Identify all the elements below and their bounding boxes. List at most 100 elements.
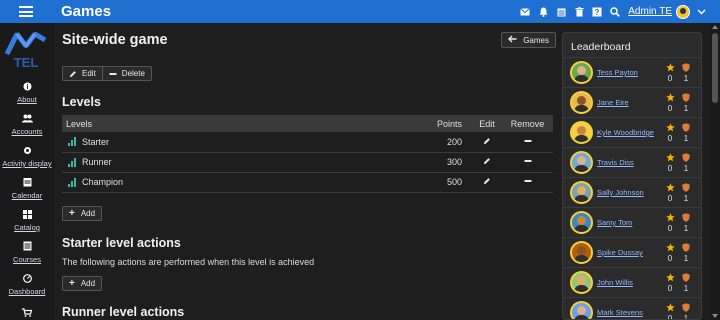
level-name: Champion	[82, 177, 124, 187]
plus-icon: +	[69, 278, 75, 289]
leaderboard-user-link[interactable]: Spike Dussay	[597, 248, 643, 257]
avatar[interactable]	[570, 181, 593, 204]
game-actions: Edit Delete	[62, 66, 152, 81]
shield-icon	[682, 211, 690, 225]
sidebar-item-courses[interactable]: Courses	[0, 240, 54, 264]
levels-heading: Levels	[62, 95, 101, 109]
avatar[interactable]	[570, 91, 593, 114]
leaderboard-user-link[interactable]: Sally Johnson	[597, 188, 644, 197]
level-points: 300	[432, 152, 472, 173]
trash-icon[interactable]	[570, 0, 588, 23]
sidebar-item-catalog[interactable]: Catalog	[0, 208, 54, 232]
starter-actions-heading: Starter level actions	[62, 236, 181, 250]
sidebar-item-label: Catalog	[14, 223, 40, 232]
level-bars-icon	[68, 137, 77, 147]
cart-icon	[0, 306, 54, 318]
left-sidebar: TEL About Accounts Activity display Cale…	[0, 23, 54, 320]
avatar[interactable]	[570, 61, 593, 84]
top-navbar: Games ? Admin TE	[0, 0, 720, 23]
badge-count: 1	[683, 74, 689, 83]
shield-icon	[682, 271, 690, 285]
avatar[interactable]	[570, 241, 593, 264]
leaderboard-user-link[interactable]: Kyle Woodbridge	[597, 128, 654, 137]
scroll-up-icon[interactable]	[712, 25, 718, 29]
back-button-label: Games	[523, 35, 549, 45]
leaderboard-user-link[interactable]: Jane Eire	[597, 98, 629, 107]
back-to-games-button[interactable]: Games	[501, 32, 556, 48]
site-logo[interactable]: TEL	[4, 28, 47, 70]
star-count: 0	[667, 134, 673, 143]
leaderboard-user-link[interactable]: Tess Payton	[597, 68, 638, 77]
scroll-thumb[interactable]	[712, 33, 718, 103]
pencil-icon[interactable]	[483, 157, 491, 167]
page-scrollbar[interactable]	[710, 23, 720, 320]
dashboard-icon	[0, 272, 54, 284]
sidebar-item-activity-display[interactable]: Activity display	[0, 144, 54, 168]
mail-icon[interactable]	[516, 0, 534, 23]
add-starter-action-button[interactable]: + Add	[62, 276, 103, 291]
user-menu-link[interactable]: Admin TE	[628, 6, 672, 17]
svg-text:?: ?	[595, 8, 600, 17]
star-count: 0	[667, 224, 673, 233]
star-count: 0	[667, 254, 673, 263]
badge-count: 1	[683, 134, 689, 143]
minus-icon[interactable]	[524, 137, 532, 147]
sidebar-item-cart[interactable]	[0, 306, 54, 318]
shield-icon	[682, 151, 690, 165]
sidebar-item-label: Dashboard	[8, 287, 46, 296]
avatar[interactable]	[570, 301, 593, 319]
scroll-down-icon[interactable]	[712, 314, 718, 318]
add-level-button[interactable]: + Add	[62, 206, 103, 221]
minus-icon[interactable]	[524, 177, 532, 187]
help-icon[interactable]: ?	[588, 0, 606, 23]
menu-toggle-button[interactable]	[0, 0, 52, 23]
sidebar-item-label: Courses	[13, 255, 41, 264]
star-count: 0	[667, 194, 673, 203]
leaderboard-row: Travis Diss 0 1	[563, 147, 701, 177]
edit-label: Edit	[82, 69, 96, 78]
chevron-down-icon[interactable]	[694, 8, 708, 15]
badge-count: 1	[683, 314, 689, 320]
avatar[interactable]	[570, 121, 593, 144]
activity-icon	[0, 144, 54, 156]
leaderboard-user-link[interactable]: Travis Diss	[597, 158, 634, 167]
bell-icon[interactable]	[534, 0, 552, 23]
minus-icon[interactable]	[524, 157, 532, 167]
sidebar-item-accounts[interactable]: Accounts	[0, 112, 54, 136]
list-icon	[0, 240, 54, 252]
user-avatar[interactable]	[676, 4, 690, 19]
sidebar-item-dashboard[interactable]: Dashboard	[0, 272, 54, 296]
badge-count: 1	[683, 104, 689, 113]
column-header-points: Points	[432, 115, 472, 132]
leaderboard-row: Kyle Woodbridge 0 1	[563, 117, 701, 147]
avatar[interactable]	[570, 151, 593, 174]
sidebar-item-label: Calendar	[11, 191, 43, 200]
page-title: Site-wide game	[62, 32, 168, 48]
leaderboard-row: Sally Johnson 0 1	[563, 177, 701, 207]
runner-actions-heading: Runner level actions	[62, 305, 185, 319]
edit-button[interactable]: Edit	[62, 66, 103, 81]
svg-text:TEL: TEL	[14, 55, 39, 68]
search-icon[interactable]	[606, 0, 624, 23]
delete-button[interactable]: Delete	[102, 66, 152, 81]
leaderboard-user-link[interactable]: Mark Stevens	[597, 308, 643, 317]
minus-icon	[109, 70, 117, 78]
leaderboard-row: Samy Tom 0 1	[563, 207, 701, 237]
star-icon	[666, 301, 675, 315]
users-icon	[0, 112, 54, 124]
pencil-icon[interactable]	[483, 137, 491, 147]
level-points: 500	[432, 172, 472, 193]
calendar-icon[interactable]	[552, 0, 570, 23]
avatar[interactable]	[570, 211, 593, 234]
leaderboard-user-link[interactable]: Samy Tom	[597, 218, 632, 227]
avatar[interactable]	[570, 271, 593, 294]
sidebar-item-about[interactable]: About	[0, 80, 54, 104]
badge-count: 1	[683, 254, 689, 263]
pencil-icon[interactable]	[483, 177, 491, 187]
leaderboard-user-link[interactable]: John Willis	[597, 278, 633, 287]
sidebar-item-calendar[interactable]: Calendar	[0, 176, 54, 200]
pencil-icon	[69, 70, 77, 78]
shield-icon	[682, 301, 690, 315]
leaderboard-row: Jane Eire 0 1	[563, 87, 701, 117]
column-header-levels: Levels	[62, 115, 432, 132]
